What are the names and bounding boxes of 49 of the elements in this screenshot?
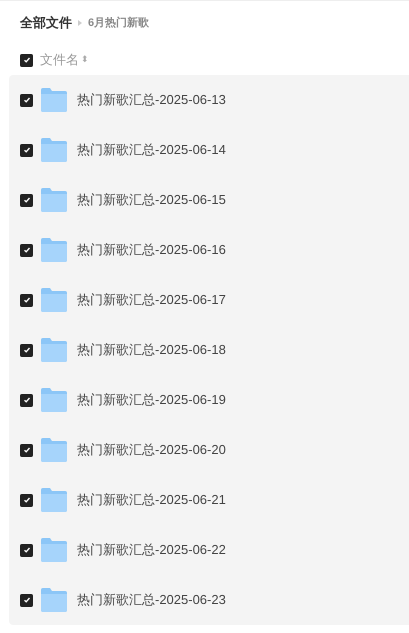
file-name[interactable]: 热门新歌汇总-2025-06-13 [77, 90, 226, 110]
checkmark-icon [22, 296, 30, 304]
folder-icon [41, 238, 67, 262]
folder-icon [41, 588, 67, 612]
checkmark-icon [22, 146, 30, 154]
checkmark-icon [22, 196, 30, 204]
breadcrumb-item[interactable]: 6月热门新歌 [88, 14, 150, 32]
checkmark-icon [22, 396, 30, 404]
checkbox[interactable] [20, 544, 33, 556]
checkbox[interactable] [20, 54, 33, 66]
file-name[interactable]: 热门新歌汇总-2025-06-16 [77, 240, 226, 260]
checkbox[interactable] [20, 94, 33, 106]
folder-icon [41, 88, 67, 112]
file-name[interactable]: 热门新歌汇总-2025-06-22 [77, 540, 226, 560]
checkmark-icon [22, 96, 30, 104]
checkbox[interactable] [20, 444, 33, 456]
folder-icon [41, 288, 67, 312]
checkmark-icon [22, 596, 30, 604]
file-name[interactable]: 热门新歌汇总-2025-06-17 [77, 290, 226, 310]
folder-icon [41, 388, 67, 412]
checkmark-icon [22, 56, 30, 64]
chevron-icon [78, 20, 82, 26]
checkbox[interactable] [20, 394, 33, 406]
checkbox[interactable] [20, 194, 33, 206]
file-name[interactable]: 热门新歌汇总-2025-06-21 [77, 490, 226, 510]
folder-icon [41, 338, 67, 362]
file-name[interactable]: 热门新歌汇总-2025-06-23 [77, 590, 226, 610]
checkmark-icon [22, 496, 30, 504]
folder-icon [41, 188, 67, 212]
folder-icon [41, 538, 67, 562]
checkbox[interactable] [20, 244, 33, 256]
folder-icon [41, 438, 67, 462]
file-name[interactable]: 热门新歌汇总-2025-06-20 [77, 440, 226, 460]
checkbox[interactable] [20, 594, 33, 606]
checkmark-icon [22, 346, 30, 354]
checkmark-icon [22, 546, 30, 554]
file-name[interactable]: 热门新歌汇总-2025-06-15 [77, 190, 226, 210]
checkbox[interactable] [20, 294, 33, 306]
folder-icon [41, 138, 67, 162]
file-name[interactable]: 热门新歌汇总-2025-06-19 [77, 390, 226, 410]
breadcrumb-item[interactable]: 全部文件 [20, 13, 72, 33]
checkmark-icon [22, 246, 30, 254]
checkbox[interactable] [20, 344, 33, 356]
folder-icon [41, 488, 67, 512]
file-name[interactable]: 热门新歌汇总-2025-06-14 [77, 140, 226, 160]
checkbox[interactable] [20, 144, 33, 156]
file-name[interactable]: 热门新歌汇总-2025-06-18 [77, 340, 226, 360]
checkmark-icon [22, 446, 30, 454]
checkbox[interactable] [20, 494, 33, 506]
